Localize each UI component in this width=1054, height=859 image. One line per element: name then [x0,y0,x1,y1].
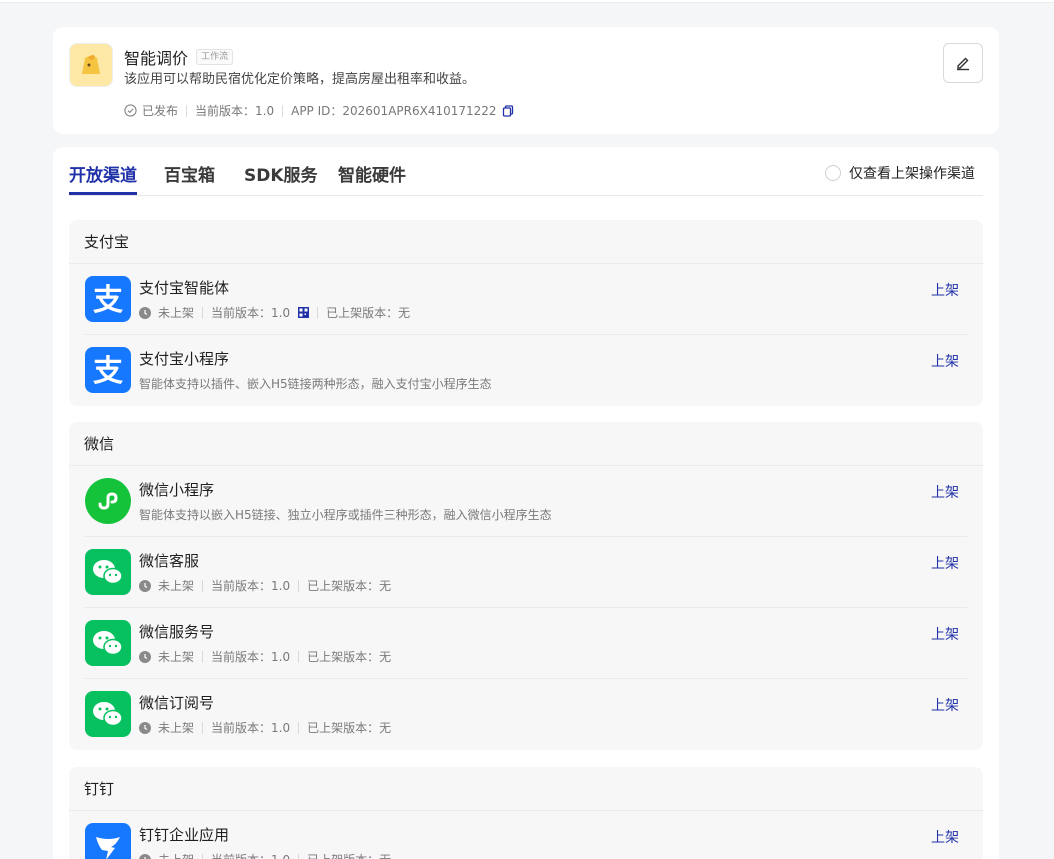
list-button[interactable]: 上架 [931,624,959,644]
listing-status: 未上架 [158,306,195,320]
channel-name: 支付宝小程序 [139,350,230,368]
publish-status: 已发布 [142,104,179,118]
wechat-icon [85,691,131,737]
tab-treasure-box[interactable]: 百宝箱 [164,161,215,195]
listed-only-filter[interactable]: 仅查看上架操作渠道 [825,163,975,183]
list-item: 微信客服 未上架 当前版本：1.0 已上架版本：无 上架 [85,537,967,608]
channel-name: 钉钉企业应用 [139,826,230,844]
list-item: 微信小程序 智能体支持以嵌入H5链接、独立小程序或插件三种形态，融入微信小程序生… [85,466,967,537]
app-avatar-icon [69,43,113,87]
clock-icon [139,853,151,859]
list-item: 微信服务号 未上架 当前版本：1.0 已上架版本：无 上架 [85,608,967,679]
list-item: 支 支付宝小程序 智能体支持以插件、嵌入H5链接两种形态，融入支付宝小程序生态 … [85,335,967,406]
list-button[interactable]: 上架 [931,695,959,715]
list-item: 钉钉企业应用 未上架 当前版本：1.0 已上架版本：无 上架 [85,811,967,859]
wechat-icon [85,549,131,595]
app-description: 该应用可以帮助民宿优化定价策略，提高房屋出租率和收益。 [124,72,476,87]
list-button[interactable]: 上架 [931,482,959,502]
svg-text:支: 支 [93,283,123,317]
channel-name: 微信客服 [139,552,200,570]
tab-open-channels[interactable]: 开放渠道 [69,161,137,195]
published-version: 已上架版本：无 [307,579,392,593]
clock-icon [139,721,151,734]
listing-status: 未上架 [158,721,195,735]
group-wechat: 微信 微信小程序 智能体支持以嵌入H5链接、独立小程序或插件三种形态，融入微信小… [69,422,983,750]
channel-name: 支付宝智能体 [139,279,230,297]
clock-icon [139,650,151,663]
clock-icon [139,306,151,319]
wechat-icon [85,620,131,666]
channel-meta: 未上架 当前版本：1.0 已上架版本：无 [139,304,410,321]
app-meta: 已发布 当前版本：1.0 APP ID：202601APR6X410171222 [124,102,514,119]
check-circle-icon [124,104,137,117]
current-version: 当前版本：1.0 [211,306,291,320]
listing-status: 未上架 [158,851,194,859]
listing-status: 未上架 [158,579,195,593]
copy-icon[interactable] [502,104,514,117]
list-item: 支 支付宝智能体 未上架 当前版本：1.0 已上架版本：无 上架 [85,264,967,335]
current-version: 当前版本：1.0 [211,579,291,593]
dingtalk-icon [85,823,131,859]
published-version: 已上架版本：无 [307,851,391,859]
filter-radio[interactable] [825,165,841,181]
current-version: 当前版本：1.0 [211,650,291,664]
current-version: 当前版本：1.0 [211,851,290,859]
current-version: 当前版本：1.0 [211,721,291,735]
app-type-badge: 工作流 [196,49,234,65]
list-button[interactable]: 上架 [931,280,959,300]
app-info-card: 智能调价 工作流 该应用可以帮助民宿优化定价策略，提高房屋出租率和收益。 已发布… [53,27,999,134]
filter-label: 仅查看上架操作渠道 [849,166,975,182]
channel-meta: 未上架 当前版本：1.0 已上架版本：无 [139,648,391,665]
group-title: 钉钉 [69,767,983,811]
channel-tabs: 开放渠道 百宝箱 SDK服务 智能硬件 仅查看上架操作渠道 [69,147,983,196]
list-item: 微信订阅号 未上架 当前版本：1.0 已上架版本：无 上架 [85,679,967,750]
group-alipay: 支付宝 支 支付宝智能体 未上架 当前版本：1.0 已上架版本：无 上架 支 支… [69,220,983,406]
app-id: APP ID：202601APR6X410171222 [291,104,497,118]
top-bar [0,0,1054,3]
channels-card: 开放渠道 百宝箱 SDK服务 智能硬件 仅查看上架操作渠道 支付宝 支 支付宝智… [53,147,999,859]
channel-meta: 未上架 当前版本：1.0 已上架版本：无 [139,719,391,736]
wechat-miniprogram-icon [85,478,131,524]
edit-button[interactable] [943,43,983,83]
list-button[interactable]: 上架 [931,553,959,573]
list-button[interactable]: 上架 [931,827,959,847]
clock-icon [139,579,151,592]
group-title: 支付宝 [69,220,983,264]
channel-name: 微信服务号 [139,623,215,641]
list-button[interactable]: 上架 [931,351,959,371]
published-version: 已上架版本：无 [326,306,411,320]
channel-meta: 未上架 当前版本：1.0 已上架版本：无 [139,851,391,859]
channel-name: 微信订阅号 [139,694,215,712]
channel-desc: 智能体支持以嵌入H5链接、独立小程序或插件三种形态，融入微信小程序生态 [139,508,552,522]
channel-name: 微信小程序 [139,481,215,499]
app-title: 智能调价 [124,49,189,68]
svg-text:支: 支 [93,354,123,388]
tab-sdk-service[interactable]: SDK服务 [244,161,318,195]
group-title: 微信 [69,422,983,466]
group-dingtalk: 钉钉 钉钉企业应用 未上架 当前版本：1.0 已上架版本：无 上架 [69,767,983,859]
published-version: 已上架版本：无 [307,650,392,664]
listing-status: 未上架 [158,650,195,664]
channel-desc: 智能体支持以插件、嵌入H5链接两种形态，融入支付宝小程序生态 [139,377,492,391]
published-version: 已上架版本：无 [307,721,392,735]
alipay-icon: 支 [85,347,131,393]
alipay-icon: 支 [85,276,131,322]
pencil-icon [957,57,969,71]
channel-meta: 未上架 当前版本：1.0 已上架版本：无 [139,577,391,594]
current-version: 当前版本：1.0 [195,104,275,118]
qrcode-icon[interactable] [298,307,310,318]
tab-smart-hardware[interactable]: 智能硬件 [338,161,406,195]
